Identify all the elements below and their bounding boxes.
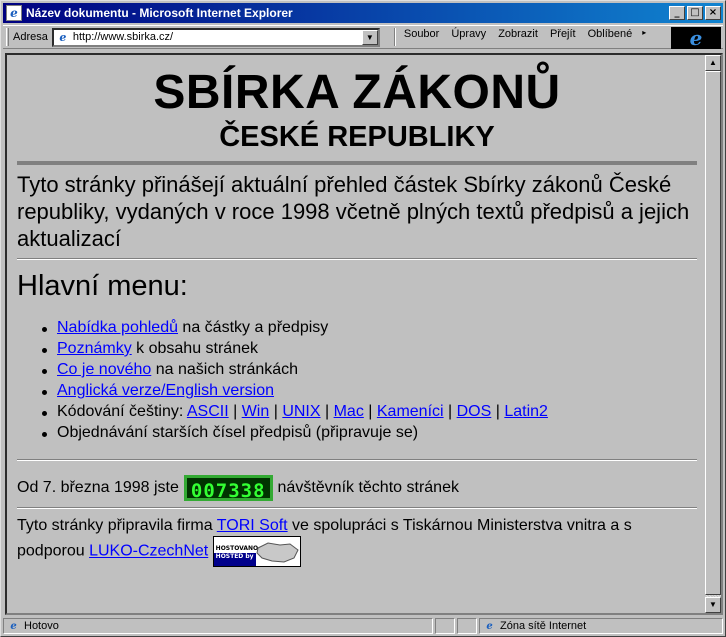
menu-oblibene[interactable]: Oblíbené	[588, 28, 633, 46]
link-tori-soft[interactable]: TORI Soft	[217, 517, 288, 534]
status-bar: e Hotovo e Zóna sítě Internet	[3, 617, 723, 635]
toolbar-separator	[393, 28, 396, 46]
list-item: Poznámky k obsahu stránek	[42, 338, 697, 359]
main-menu-heading: Hlavní menu:	[17, 270, 188, 302]
scrollbar-thumb[interactable]	[705, 71, 721, 595]
list-item: Nabídka pohledů na částky a předpisy	[42, 317, 697, 338]
menu-zobrazit[interactable]: Zobrazit	[498, 28, 538, 46]
divider	[17, 161, 697, 165]
dropdown-arrow-icon[interactable]: ▼	[361, 29, 378, 45]
encoding-label: Kódování češtiny:	[57, 403, 187, 420]
counter-suffix: návštěvník těchto stránek	[277, 479, 459, 496]
link-poznamky[interactable]: Poznámky	[57, 340, 132, 357]
internet-zone-icon: e	[486, 620, 493, 632]
scroll-down-icon[interactable]: ▼	[705, 597, 721, 613]
scroll-up-icon[interactable]: ▲	[705, 55, 721, 71]
link-co-je-noveho[interactable]: Co je nového	[57, 361, 151, 378]
list-item: Co je nového na našich stránkách	[42, 359, 697, 380]
menu-upravy[interactable]: Úpravy	[451, 28, 486, 46]
status-cell	[457, 618, 477, 634]
divider	[17, 507, 697, 509]
address-toolbar: Adresa e http://www.sbirka.cz/ ▼ Soubor …	[3, 25, 723, 50]
browser-window: e Název dokumentu - Microsoft Internet E…	[0, 0, 726, 637]
list-item: Anglická verze/English version	[42, 380, 697, 401]
title-bar[interactable]: e Název dokumentu - Microsoft Internet E…	[3, 3, 723, 23]
link-latin2[interactable]: Latin2	[504, 403, 548, 420]
chevron-right-icon[interactable]: ▸	[642, 28, 646, 46]
link-luko-czechnet[interactable]: LUKO-CzechNet	[89, 543, 208, 560]
page-viewport: SBÍRKA ZÁKONŮ ČESKÉ REPUBLIKY Tyto strán…	[5, 53, 723, 615]
separator: |	[228, 403, 242, 420]
footer-prefix: Tyto stránky připravila firma	[17, 517, 217, 534]
address-bar[interactable]: e http://www.sbirka.cz/ ▼	[51, 27, 380, 47]
page-title: SBÍRKA ZÁKONŮ	[153, 66, 561, 119]
link-win[interactable]: Win	[242, 403, 270, 420]
link-mac[interactable]: Mac	[334, 403, 364, 420]
minimize-icon[interactable]: _	[669, 6, 685, 20]
separator: |	[269, 403, 283, 420]
list-item-encodings: Kódování češtiny: ASCII | Win | UNIX | M…	[42, 401, 697, 422]
link-nabidka-pohledu[interactable]: Nabídka pohledů	[57, 319, 178, 336]
link-kamenici[interactable]: Kameníci	[377, 403, 444, 420]
window-title: Název dokumentu - Microsoft Internet Exp…	[26, 6, 293, 20]
divider	[17, 258, 697, 260]
list-item-text: na částky a předpisy	[177, 319, 329, 336]
toolbar-grip[interactable]	[6, 28, 9, 46]
counter-prefix: Od 7. března 1998 jste	[17, 479, 179, 496]
visitor-counter: 007338	[183, 475, 273, 502]
separator: |	[443, 403, 457, 420]
address-label: Adresa	[13, 31, 48, 43]
menu-soubor[interactable]: Soubor	[404, 28, 439, 46]
menu-bar: Soubor Úpravy Zobrazit Přejít Oblíbené ▸	[393, 28, 646, 46]
link-unix[interactable]: UNIX	[282, 403, 320, 420]
menu-prejit[interactable]: Přejít	[550, 28, 576, 46]
footer-text: Tyto stránky připravila firma TORI Soft …	[17, 515, 697, 567]
ie-page-icon: e	[59, 30, 67, 44]
ie-page-icon: e	[10, 620, 17, 632]
list-item-text: k obsahu stránek	[131, 340, 258, 357]
separator: |	[320, 403, 334, 420]
window-controls: _ □ ×	[667, 6, 721, 20]
zone-cell: e Zóna sítě Internet	[479, 618, 723, 634]
status-text: Hotovo	[24, 620, 59, 632]
main-menu-list: Nabídka pohledů na částky a předpisy Poz…	[17, 317, 697, 443]
maximize-icon[interactable]: □	[687, 6, 703, 20]
badge-bottom-text: HOSTED by	[213, 553, 256, 566]
divider	[17, 459, 697, 461]
separator: |	[363, 403, 377, 420]
zone-text: Zóna sítě Internet	[500, 620, 587, 632]
list-item: Objednávání starších čísel předpisů (při…	[42, 422, 697, 443]
status-cell: e Hotovo	[3, 618, 433, 634]
intro-text: Tyto stránky přinášejí aktuální přehled …	[17, 172, 690, 251]
link-dos[interactable]: DOS	[457, 403, 492, 420]
page-content: SBÍRKA ZÁKONŮ ČESKÉ REPUBLIKY Tyto strán…	[7, 55, 705, 613]
page-subtitle: ČESKÉ REPUBLIKY	[219, 121, 495, 153]
visitor-counter-row: Od 7. března 1998 jste 007338 návštěvník…	[17, 475, 697, 502]
czech-map-icon	[256, 542, 299, 563]
status-cell	[435, 618, 455, 634]
close-icon[interactable]: ×	[705, 6, 721, 20]
vertical-scrollbar[interactable]: ▲ ▼	[705, 55, 721, 613]
list-item-text: na našich stránkách	[151, 361, 299, 378]
ie-page-icon: e	[6, 5, 22, 21]
separator: |	[491, 403, 505, 420]
link-ascii[interactable]: ASCII	[187, 403, 229, 420]
link-english-version[interactable]: Anglická verze/English version	[57, 382, 274, 399]
ie-logo-icon: e	[671, 26, 721, 50]
url-input[interactable]: http://www.sbirka.cz/	[73, 31, 362, 43]
hosted-by-badge[interactable]: HOSTOVANO na HOSTED by	[212, 536, 301, 567]
